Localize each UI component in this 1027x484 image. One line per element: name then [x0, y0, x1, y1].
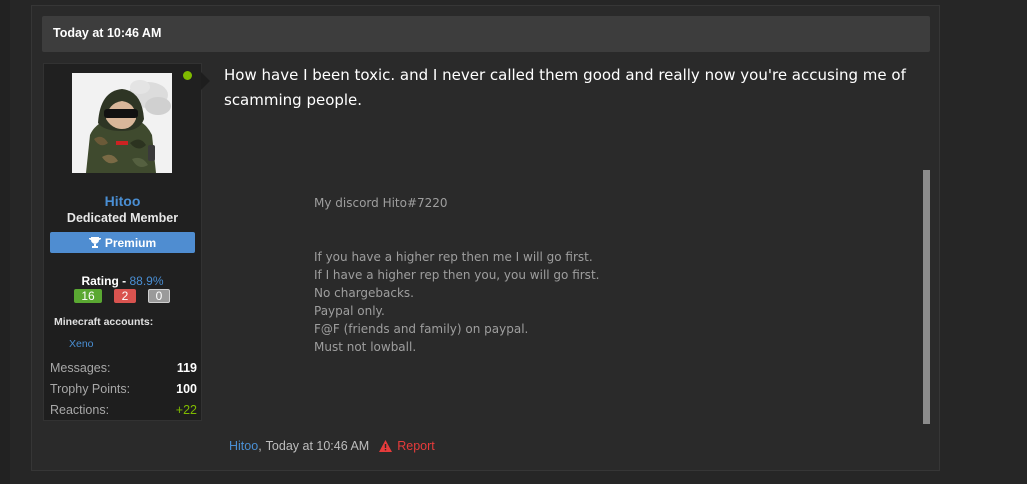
- signature-rule: Must not lowball.: [314, 340, 417, 354]
- online-indicator-icon: [183, 71, 192, 80]
- trophy-icon: [88, 237, 101, 248]
- premium-label: Premium: [104, 235, 157, 250]
- report-button[interactable]: Report: [379, 439, 435, 453]
- footer-separator: ,: [258, 439, 262, 453]
- stat-value: +22: [175, 403, 197, 417]
- page-left-edge: [0, 0, 10, 484]
- user-title: Dedicated Member: [66, 211, 179, 225]
- stat-value[interactable]: 100: [176, 382, 197, 396]
- stat-label: Reactions:: [50, 403, 110, 417]
- signature-line: My discord Hito#7220: [314, 196, 448, 210]
- post-header: Today at 10:46 AM: [42, 16, 930, 52]
- stat-value[interactable]: 119: [177, 361, 197, 375]
- premium-banner[interactable]: Premium: [50, 232, 195, 253]
- rating-boxes: 16 2 0: [74, 289, 170, 303]
- rating-value: 88.9%: [129, 274, 164, 288]
- stat-label: Messages:: [50, 361, 111, 375]
- stat-messages: Messages: 119: [50, 361, 197, 375]
- warning-triangle-icon: [379, 440, 393, 452]
- footer-username-link[interactable]: Hitoo: [229, 439, 258, 453]
- signature-rule: Paypal only.: [314, 304, 385, 318]
- signature: My discord Hito#7220 If you have a highe…: [314, 194, 894, 356]
- rating-line: Rating - 88.9%: [44, 274, 201, 288]
- stat-label: Trophy Points:: [50, 382, 131, 396]
- avatar-image: [72, 73, 172, 173]
- post-message: How have I been toxic. and I never calle…: [224, 66, 906, 109]
- signature-rule: If you have a higher rep then me I will …: [314, 250, 593, 264]
- avatar[interactable]: [72, 73, 172, 173]
- rating-label: Rating -: [81, 274, 127, 288]
- post-footer: Hitoo , Today at 10:46 AM Report: [229, 439, 435, 453]
- footer-time-link[interactable]: Today at 10:46 AM: [266, 439, 370, 453]
- rating-negative-count[interactable]: 2: [114, 289, 136, 303]
- minecraft-accounts-title: Minecraft accounts:: [54, 316, 154, 328]
- stat-trophy-points: Trophy Points: 100: [50, 382, 197, 396]
- user-card: Hitoo Dedicated Member Premium Rating - …: [43, 63, 202, 421]
- signature-gap: [314, 212, 894, 230]
- signature-gap: [314, 230, 894, 248]
- signature-rule: F@F (friends and family) on paypal.: [314, 322, 529, 336]
- stat-reactions: Reactions: +22: [50, 403, 197, 417]
- username-link[interactable]: Hitoo: [44, 193, 201, 209]
- signature-rule: If I have a higher rep then you, you wil…: [314, 268, 600, 282]
- minecraft-account-link[interactable]: Xeno: [69, 338, 94, 350]
- user-card-pointer: [201, 72, 210, 90]
- rating-positive-count[interactable]: 16: [74, 289, 102, 303]
- forum-post: Today at 10:46 AM Hitoo Dedicated Member…: [31, 5, 940, 471]
- post-date-link[interactable]: Today at 10:46 AM: [53, 26, 161, 40]
- signature-rule: No chargebacks.: [314, 286, 414, 300]
- signature-scrollbar[interactable]: [923, 170, 930, 424]
- report-label: Report: [397, 439, 435, 453]
- rating-neutral-count[interactable]: 0: [148, 289, 170, 303]
